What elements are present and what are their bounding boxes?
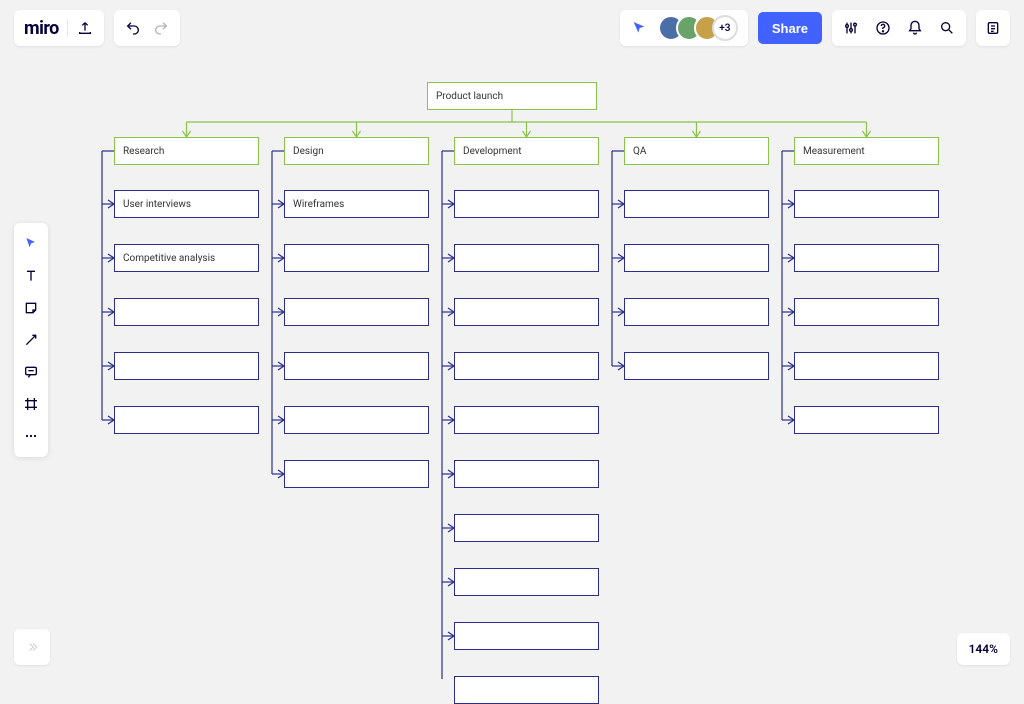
diagram-item[interactable] — [114, 298, 259, 326]
diagram-item[interactable] — [454, 352, 599, 380]
help-icon[interactable] — [874, 19, 892, 37]
diagram-item[interactable] — [624, 190, 769, 218]
diagram-item[interactable] — [454, 568, 599, 596]
diagram-item[interactable] — [284, 244, 429, 272]
expand-panel-button[interactable] — [14, 629, 50, 665]
notes-icon — [984, 19, 1002, 37]
diagram-category[interactable]: Design — [284, 137, 429, 165]
diagram-item[interactable]: Competitive analysis — [114, 244, 259, 272]
diagram-item[interactable] — [454, 514, 599, 542]
diagram-item[interactable]: User interviews — [114, 190, 259, 218]
board-menu[interactable]: miro — [14, 10, 104, 46]
diagram-item[interactable] — [284, 298, 429, 326]
undo-redo-group — [114, 10, 180, 46]
sticky-tool-icon[interactable] — [22, 299, 40, 317]
avatar-stack[interactable]: +3 — [658, 15, 738, 41]
presence-group: +3 — [620, 10, 748, 46]
avatar-more[interactable]: +3 — [712, 15, 738, 41]
comment-tool-icon[interactable] — [22, 363, 40, 381]
diagram-root[interactable]: Product launch — [427, 82, 597, 110]
undo-icon[interactable] — [124, 19, 142, 37]
top-actions — [832, 10, 966, 46]
diagram-category[interactable]: Measurement — [794, 137, 939, 165]
diagram-item[interactable] — [794, 190, 939, 218]
zoom-indicator[interactable]: 144% — [957, 633, 1010, 665]
frame-tool-icon[interactable] — [22, 395, 40, 413]
diagram-item[interactable] — [794, 244, 939, 272]
settings-icon[interactable] — [842, 19, 860, 37]
diagram-item[interactable] — [114, 352, 259, 380]
search-icon[interactable] — [938, 19, 956, 37]
logo: miro — [24, 18, 59, 39]
diagram-item[interactable] — [454, 244, 599, 272]
diagram-item[interactable] — [624, 298, 769, 326]
diagram-item[interactable] — [454, 622, 599, 650]
diagram-item[interactable] — [114, 406, 259, 434]
diagram-item[interactable]: Wireframes — [284, 190, 429, 218]
diagram-category[interactable]: QA — [624, 137, 769, 165]
diagram-item[interactable] — [794, 352, 939, 380]
cursor-presence-icon[interactable] — [630, 19, 648, 37]
tool-toolbar — [14, 223, 48, 457]
diagram-item[interactable] — [454, 676, 599, 704]
text-tool-icon[interactable] — [22, 267, 40, 285]
share-button[interactable]: Share — [758, 12, 822, 44]
more-tools-icon[interactable] — [22, 427, 40, 445]
diagram-item[interactable] — [284, 460, 429, 488]
redo-icon[interactable] — [152, 19, 170, 37]
diagram-item[interactable] — [454, 190, 599, 218]
diagram-canvas[interactable]: Product launch Research User interviews Com… — [0, 0, 1024, 679]
diagram-category[interactable]: Research — [114, 137, 259, 165]
diagram-item[interactable] — [624, 352, 769, 380]
diagram-category[interactable]: Development — [454, 137, 599, 165]
notes-button[interactable] — [976, 10, 1010, 46]
export-icon[interactable] — [76, 19, 94, 37]
line-tool-icon[interactable] — [22, 331, 40, 349]
diagram-item[interactable] — [284, 352, 429, 380]
bell-icon[interactable] — [906, 19, 924, 37]
diagram-item[interactable] — [454, 406, 599, 434]
diagram-item[interactable] — [624, 244, 769, 272]
diagram-item[interactable] — [794, 298, 939, 326]
zoom-value: 144% — [969, 642, 998, 656]
diagram-item[interactable] — [284, 406, 429, 434]
diagram-item[interactable] — [794, 406, 939, 434]
select-tool-icon[interactable] — [22, 235, 40, 253]
diagram-item[interactable] — [454, 298, 599, 326]
diagram-item[interactable] — [454, 460, 599, 488]
